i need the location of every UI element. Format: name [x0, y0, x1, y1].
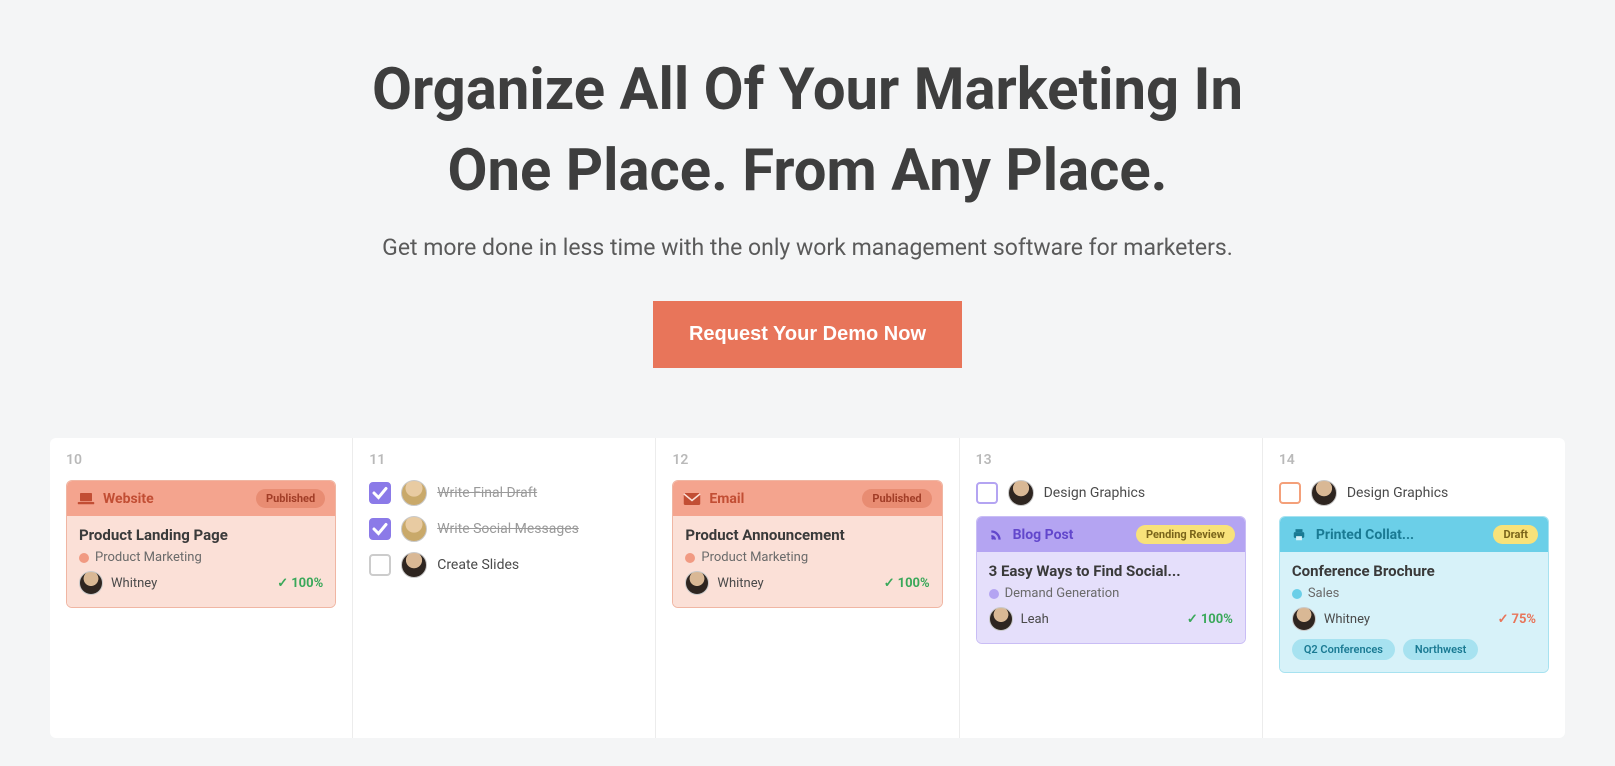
task-checkbox[interactable] [369, 554, 391, 576]
task-row[interactable]: Write Social Messages [369, 516, 639, 542]
avatar [989, 607, 1013, 631]
day-number: 10 [66, 452, 336, 468]
card-tag: Product Marketing [79, 550, 323, 565]
calendar-column: 11 Write Final Draft Write Social Messages… [353, 438, 656, 738]
card-header: Printed Collat... Draft [1280, 517, 1548, 552]
card-title: Conference Brochure [1292, 562, 1536, 580]
avatar [1008, 480, 1034, 506]
card-title: 3 Easy Ways to Find Social... [989, 562, 1233, 580]
progress-percent: 100% [1187, 612, 1233, 627]
task-label: Write Final Draft [437, 485, 537, 501]
card-tag: Sales [1292, 586, 1536, 601]
card-body: Conference Brochure Sales Whitney 75% Q2 Con… [1280, 552, 1548, 672]
request-demo-button[interactable]: Request Your Demo Now [653, 301, 962, 368]
task-row[interactable]: Create Slides [369, 552, 639, 578]
task-row[interactable]: Write Final Draft [369, 480, 639, 506]
day-number: 14 [1279, 452, 1549, 468]
avatar [401, 480, 427, 506]
task-checkbox[interactable] [1279, 482, 1301, 504]
day-number: 12 [672, 452, 942, 468]
tag-label: Sales [1308, 586, 1340, 601]
task-checkbox[interactable] [369, 482, 391, 504]
hero-title-line2: One Place. From Any Place. [448, 137, 1168, 205]
card-footer: Whitney 75% [1292, 607, 1536, 631]
project-card[interactable]: Blog Post Pending Review 3 Easy Ways to Fi… [976, 516, 1246, 644]
tag-label: Product Marketing [701, 550, 808, 565]
calendar-column: 14 Design Graphics Printed Collat... Draft C… [1263, 438, 1565, 738]
status-badge: Draft [1493, 525, 1538, 544]
card-header: Blog Post Pending Review [977, 517, 1245, 552]
day-number: 13 [976, 452, 1246, 468]
card-type-label: Printed Collat... [1316, 527, 1486, 543]
avatar [685, 571, 709, 595]
card-body: 3 Easy Ways to Find Social... Demand Gene… [977, 552, 1245, 643]
calendar-column: 10WebsitePublishedProduct Landing PagePr… [50, 438, 353, 738]
tag-dot [685, 553, 695, 563]
hero-section: Organize All Of Your Marketing In One Pl… [0, 0, 1615, 368]
avatar [1311, 480, 1337, 506]
card-pill[interactable]: Northwest [1403, 639, 1478, 660]
hero-title: Organize All Of Your Marketing In One Pl… [258, 50, 1358, 212]
card-body: Product Landing Page Product Marketing Whi… [67, 516, 335, 607]
progress-percent: 100% [884, 576, 930, 591]
card-type-label: Email [709, 491, 854, 507]
rss-icon [987, 528, 1005, 542]
tag-label: Product Marketing [95, 550, 202, 565]
card-header: Website Published [67, 481, 335, 516]
task-checkbox[interactable] [976, 482, 998, 504]
task-row[interactable]: Design Graphics [1279, 480, 1549, 506]
owner-name: Whitney [111, 576, 269, 591]
calendar-board: 10WebsitePublishedProduct Landing PagePr… [50, 438, 1565, 738]
tag-label: Demand Generation [1005, 586, 1120, 601]
project-card[interactable]: EmailPublishedProduct AnnouncementProduc… [672, 480, 942, 608]
owner-name: Whitney [1324, 612, 1490, 627]
tag-dot [79, 553, 89, 563]
avatar [401, 516, 427, 542]
progress-percent: 100% [277, 576, 323, 591]
card-type-label: Website [103, 491, 248, 507]
card-footer: Leah 100% [989, 607, 1233, 631]
task-label: Create Slides [437, 557, 519, 573]
task-checkbox[interactable] [369, 518, 391, 540]
status-badge: Published [256, 489, 325, 508]
card-title: Product Landing Page [79, 526, 323, 544]
task-label: Write Social Messages [437, 521, 579, 537]
card-pills: Q2 Conferences Northwest [1292, 639, 1536, 660]
progress-percent: 75% [1498, 612, 1536, 627]
calendar-column: 13 Design Graphics Blog Post Pending Review… [960, 438, 1263, 738]
day-number: 11 [369, 452, 639, 468]
task-label: Design Graphics [1347, 485, 1448, 501]
owner-name: Leah [1021, 612, 1179, 627]
hero-title-line1: Organize All Of Your Marketing In [372, 56, 1243, 124]
card-type-label: Blog Post [1013, 527, 1128, 543]
avatar [79, 571, 103, 595]
printer-icon [1290, 528, 1308, 542]
card-tag: Demand Generation [989, 586, 1233, 601]
card-footer: Whitney 100% [79, 571, 323, 595]
task-label: Design Graphics [1044, 485, 1145, 501]
hero-subtitle: Get more done in less time with the only… [0, 234, 1615, 261]
tag-dot [989, 589, 999, 599]
calendar-column: 12EmailPublishedProduct AnnouncementProd… [656, 438, 959, 738]
laptop-icon [77, 492, 95, 506]
avatar [401, 552, 427, 578]
card-title: Product Announcement [685, 526, 929, 544]
owner-name: Whitney [717, 576, 875, 591]
project-card[interactable]: WebsitePublishedProduct Landing PageProd… [66, 480, 336, 608]
card-tag: Product Marketing [685, 550, 929, 565]
status-badge: Pending Review [1136, 525, 1235, 544]
card-body: Product Announcement Product Marketing Whi… [673, 516, 941, 607]
task-row[interactable]: Design Graphics [976, 480, 1246, 506]
card-footer: Whitney 100% [685, 571, 929, 595]
avatar [1292, 607, 1316, 631]
project-card[interactable]: Printed Collat... Draft Conference Brochur… [1279, 516, 1549, 673]
card-pill[interactable]: Q2 Conferences [1292, 639, 1395, 660]
envelope-icon [683, 492, 701, 506]
status-badge: Published [862, 489, 931, 508]
card-header: Email Published [673, 481, 941, 516]
tag-dot [1292, 589, 1302, 599]
